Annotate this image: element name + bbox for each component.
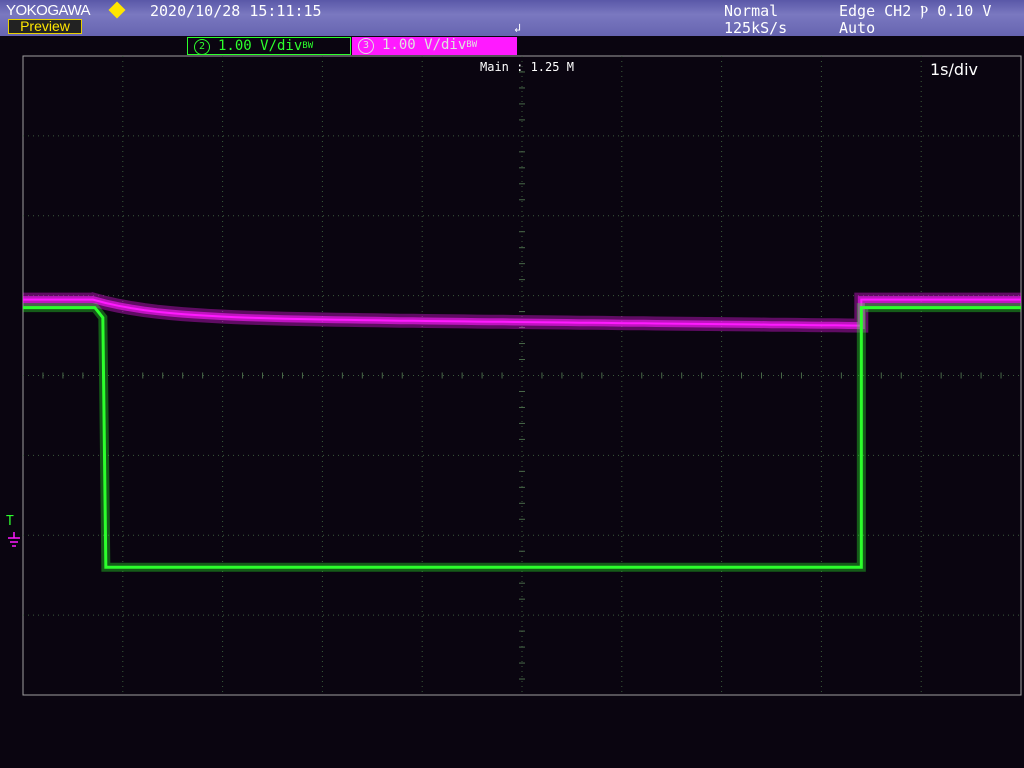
timebase-readout[interactable]: 1s/div	[930, 60, 978, 79]
traces	[23, 292, 1021, 572]
waveform-display[interactable]	[0, 0, 1024, 768]
graticule-grid	[23, 56, 1021, 695]
ground-reference-icon[interactable]	[7, 532, 21, 548]
main-record-length: Main : 1.25 M	[480, 60, 574, 74]
trigger-level-marker[interactable]: T	[6, 514, 14, 529]
